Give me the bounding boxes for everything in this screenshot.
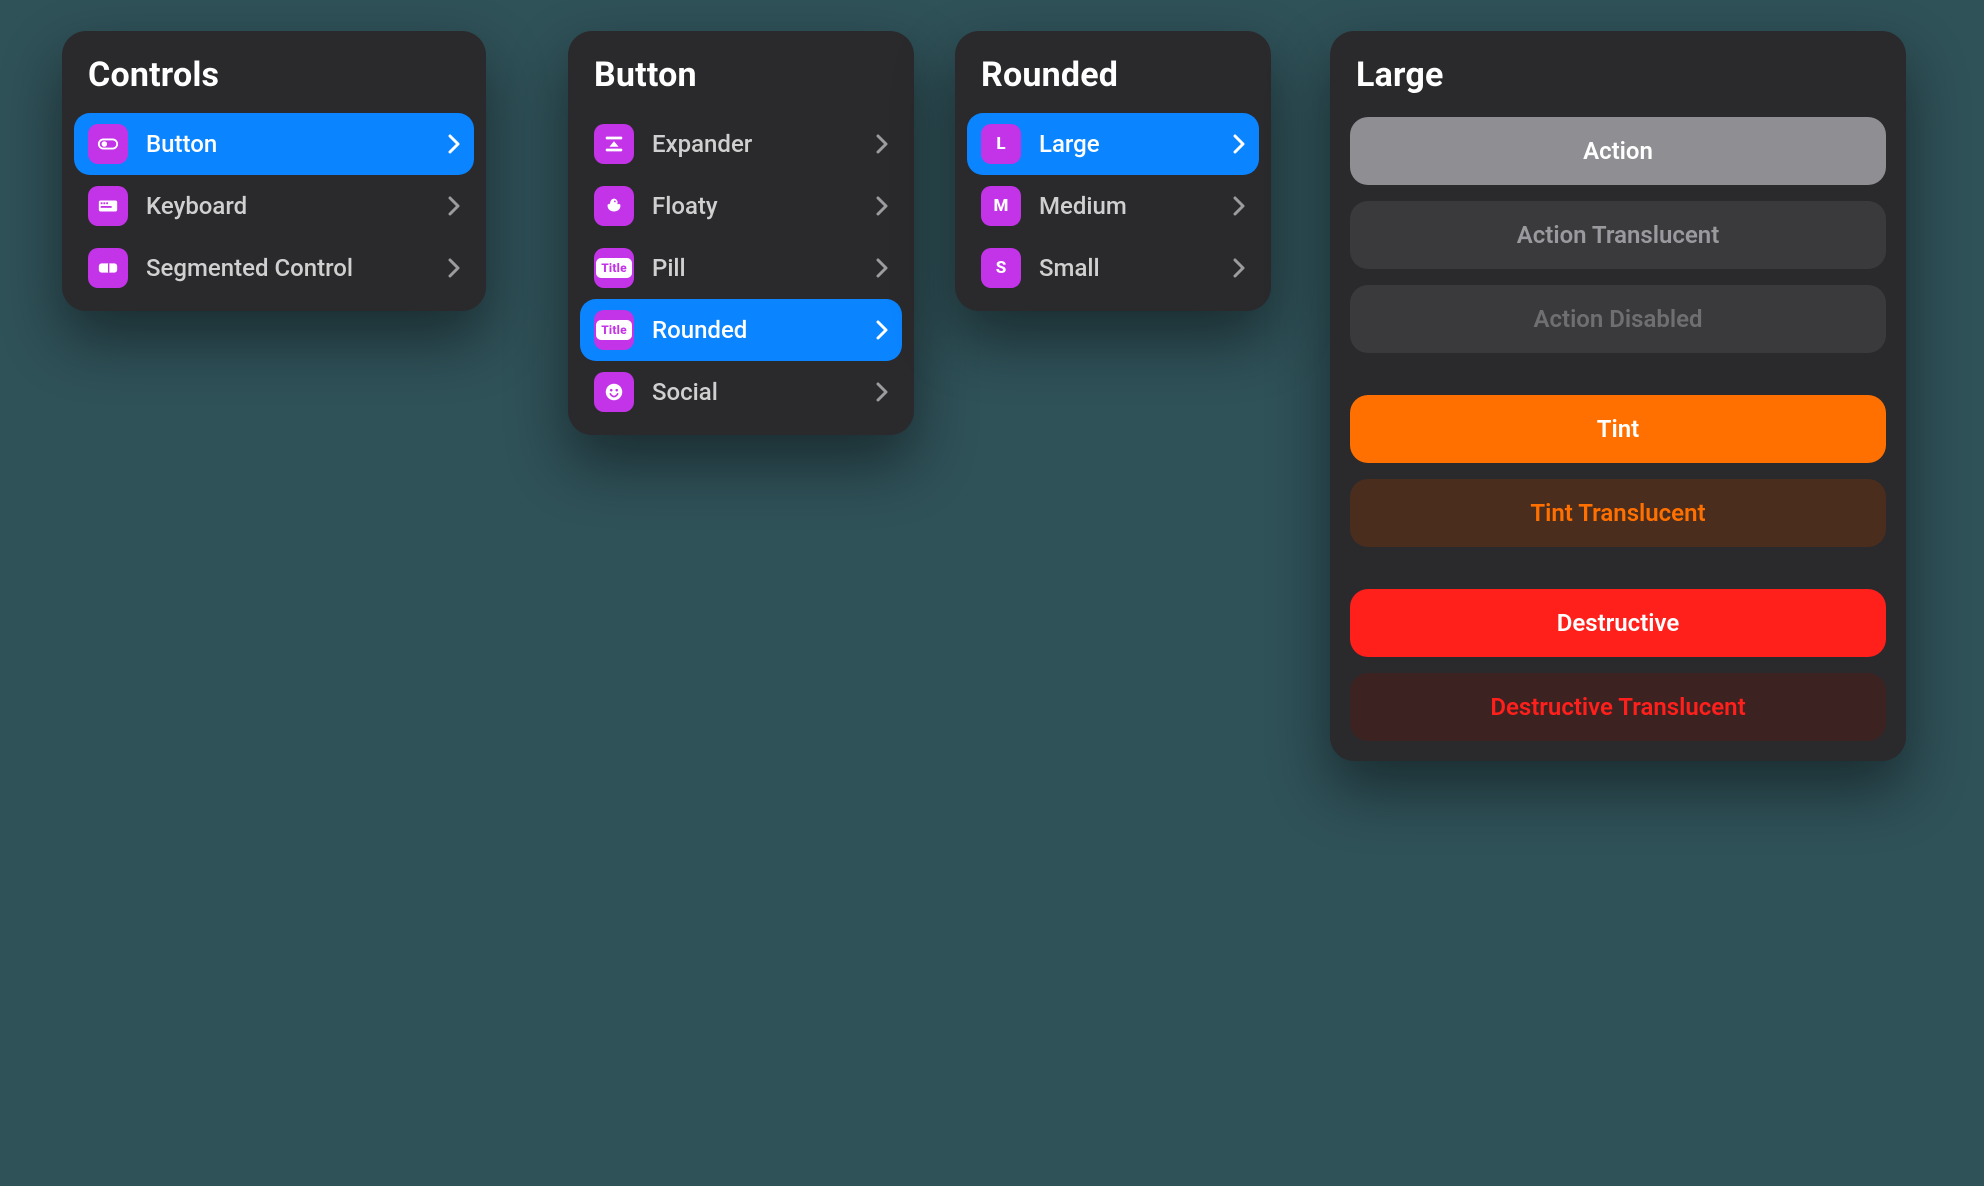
list-item-label: Small [1039, 254, 1215, 282]
list-item-keyboard[interactable]: Keyboard [74, 175, 474, 237]
panel-list-controls: Button Keyboard Segmented Control [74, 113, 474, 299]
list-item-label: Floaty [652, 192, 858, 220]
preview-button-action-translucent[interactable]: Action Translucent [1350, 201, 1886, 269]
list-item-expander[interactable]: Expander [580, 113, 902, 175]
list-item-floaty[interactable]: Floaty [580, 175, 902, 237]
panel-title-large: Large [1356, 55, 1894, 95]
list-item-button[interactable]: Button [74, 113, 474, 175]
list-item-label: Large [1039, 130, 1215, 158]
letter-m-icon: M [981, 186, 1021, 226]
chevron-right-icon [448, 134, 460, 154]
panel-controls: Controls Button Keyboard Segmented Control [62, 31, 486, 311]
expander-icon [594, 124, 634, 164]
preview-button-tint-translucent[interactable]: Tint Translucent [1350, 479, 1886, 547]
segmented-icon [88, 248, 128, 288]
chevron-right-icon [876, 196, 888, 216]
title-tag-icon: Title [594, 248, 634, 288]
list-item-label: Medium [1039, 192, 1215, 220]
chevron-right-icon [448, 196, 460, 216]
stage: Controls Button Keyboard Segmented Control… [0, 0, 1984, 1186]
list-item-label: Button [146, 130, 430, 158]
list-item-social[interactable]: Social [580, 361, 902, 423]
chevron-right-icon [1233, 134, 1245, 154]
duck-icon [594, 186, 634, 226]
list-item-large[interactable]: L Large [967, 113, 1259, 175]
list-item-label: Segmented Control [146, 254, 430, 282]
preview-button-action[interactable]: Action [1350, 117, 1886, 185]
button-group: Action Action Translucent Action Disabled [1342, 113, 1894, 353]
button-group: Tint Tint Translucent [1342, 391, 1894, 547]
chevron-right-icon [448, 258, 460, 278]
list-item-label: Pill [652, 254, 858, 282]
chevron-right-icon [876, 320, 888, 340]
panel-title-controls: Controls [88, 55, 474, 95]
title-tag-icon: Title [594, 310, 634, 350]
panel-title-rounded: Rounded [981, 55, 1259, 95]
preview-button-destructive-translucent[interactable]: Destructive Translucent [1350, 673, 1886, 741]
chevron-right-icon [1233, 196, 1245, 216]
preview-button-destructive[interactable]: Destructive [1350, 589, 1886, 657]
panel-title-button: Button [594, 55, 902, 95]
panel-rounded: Rounded L Large M Medium S Small [955, 31, 1271, 311]
panel-button: Button Expander Floaty Title Pill Title Round… [568, 31, 914, 435]
list-item-medium[interactable]: M Medium [967, 175, 1259, 237]
list-item-pill[interactable]: Title Pill [580, 237, 902, 299]
keyboard-icon [88, 186, 128, 226]
chevron-right-icon [1233, 258, 1245, 278]
chevron-right-icon [876, 382, 888, 402]
list-item-small[interactable]: S Small [967, 237, 1259, 299]
button-group: Destructive Destructive Translucent [1342, 585, 1894, 741]
chevron-right-icon [876, 134, 888, 154]
panel-list-rounded: L Large M Medium S Small [967, 113, 1259, 299]
preview-button-tint[interactable]: Tint [1350, 395, 1886, 463]
list-item-segmented-control[interactable]: Segmented Control [74, 237, 474, 299]
letter-s-icon: S [981, 248, 1021, 288]
panel-list-button: Expander Floaty Title Pill Title Rounded Socia… [580, 113, 902, 423]
list-item-label: Social [652, 378, 858, 406]
smile-icon [594, 372, 634, 412]
list-item-label: Keyboard [146, 192, 430, 220]
preview-button-action-disabled: Action Disabled [1350, 285, 1886, 353]
panel-large: Large Action Action Translucent Action Dis… [1330, 31, 1906, 761]
chevron-right-icon [876, 258, 888, 278]
letter-l-icon: L [981, 124, 1021, 164]
toggle-icon [88, 124, 128, 164]
list-item-rounded[interactable]: Title Rounded [580, 299, 902, 361]
list-item-label: Rounded [652, 316, 858, 344]
list-item-label: Expander [652, 130, 858, 158]
panel-preview-large: Action Action Translucent Action Disabled T… [1342, 113, 1894, 741]
